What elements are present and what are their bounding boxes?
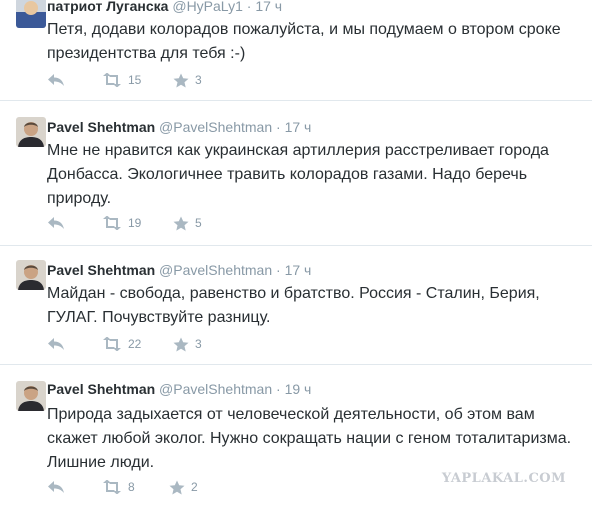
retweet-button[interactable]: 8 xyxy=(102,477,135,497)
retweet-button[interactable]: 19 xyxy=(102,213,141,233)
reply-icon xyxy=(47,73,65,87)
tweet-timestamp[interactable]: 19 ч xyxy=(285,381,312,397)
retweet-icon xyxy=(102,216,122,230)
tweet-timestamp[interactable]: 17 ч xyxy=(255,0,282,14)
tweet-timestamp[interactable]: 17 ч xyxy=(285,262,312,278)
retweet-count: 19 xyxy=(128,216,142,230)
tweet-2[interactable]: Pavel Shehtman @PavelShehtman · 17 ч Мне… xyxy=(0,101,592,246)
retweet-icon xyxy=(102,337,122,351)
tweet-header: Pavel Shehtman @PavelShehtman · 17 ч xyxy=(47,119,311,135)
author-handle[interactable]: @PavelShehtman xyxy=(159,381,272,397)
separator-dot: · xyxy=(276,262,281,278)
reply-button[interactable] xyxy=(47,334,65,354)
retweet-button[interactable]: 15 xyxy=(102,70,141,90)
favorite-button[interactable]: 2 xyxy=(169,477,198,497)
retweet-icon xyxy=(102,480,122,494)
tweet-timeline: патриот Луганска @HyPaLy1 · 17 ч Петя, д… xyxy=(0,0,592,513)
favorite-button[interactable]: 5 xyxy=(173,213,202,233)
retweet-count: 15 xyxy=(128,73,142,87)
reply-icon xyxy=(47,337,65,351)
tweet-4[interactable]: Pavel Shehtman @PavelShehtman · 19 ч При… xyxy=(0,365,592,513)
tweet-text: Мне не нравится как украинская артиллери… xyxy=(47,142,549,207)
reply-icon xyxy=(47,216,65,230)
separator-dot: · xyxy=(276,119,281,135)
favorite-count: 5 xyxy=(195,216,202,230)
avatar[interactable] xyxy=(16,0,46,28)
tweet-text: Петя, додави колорадов пожалуйста, и мы … xyxy=(47,21,561,62)
avatar[interactable] xyxy=(16,117,46,147)
tweet-text: Природа задыхается от человеческой деяте… xyxy=(47,406,572,471)
favorite-count: 3 xyxy=(195,337,202,351)
retweet-count: 8 xyxy=(128,480,135,494)
author-handle[interactable]: @PavelShehtman xyxy=(159,262,272,278)
star-icon xyxy=(169,480,185,495)
tweet-header: Pavel Shehtman @PavelShehtman · 17 ч xyxy=(47,262,311,278)
reply-button[interactable] xyxy=(47,477,65,497)
star-icon xyxy=(173,73,189,88)
favorite-button[interactable]: 3 xyxy=(173,334,202,354)
reply-button[interactable] xyxy=(47,70,65,90)
tweet-3[interactable]: Pavel Shehtman @PavelShehtman · 17 ч Май… xyxy=(0,246,592,365)
star-icon xyxy=(173,337,189,352)
avatar[interactable] xyxy=(16,381,46,411)
favorite-button[interactable]: 3 xyxy=(173,70,202,90)
separator-dot: · xyxy=(276,381,281,397)
favorite-count: 3 xyxy=(195,73,202,87)
tweet-header: патриот Луганска @HyPaLy1 · 17 ч xyxy=(47,0,282,14)
retweet-button[interactable]: 22 xyxy=(102,334,141,354)
reply-icon xyxy=(47,480,65,494)
author-name[interactable]: Pavel Shehtman xyxy=(47,381,155,397)
watermark: YAPLAKAL.COM xyxy=(441,471,566,486)
retweet-icon xyxy=(102,73,122,87)
favorite-count: 2 xyxy=(191,480,198,494)
author-handle[interactable]: @PavelShehtman xyxy=(159,119,272,135)
reply-button[interactable] xyxy=(47,213,65,233)
avatar[interactable] xyxy=(16,260,46,290)
tweet-timestamp[interactable]: 17 ч xyxy=(285,119,312,135)
tweet-text: Майдан - свобода, равенство и братство. … xyxy=(47,285,540,326)
tweet-header: Pavel Shehtman @PavelShehtman · 19 ч xyxy=(47,381,311,397)
author-name[interactable]: Pavel Shehtman xyxy=(47,262,155,278)
star-icon xyxy=(173,216,189,231)
separator-dot: · xyxy=(246,0,252,14)
tweet-1[interactable]: патриот Луганска @HyPaLy1 · 17 ч Петя, д… xyxy=(0,0,592,101)
author-handle[interactable]: @HyPaLy1 xyxy=(172,0,243,14)
retweet-count: 22 xyxy=(128,337,142,351)
author-name[interactable]: Pavel Shehtman xyxy=(47,119,155,135)
author-name[interactable]: патриот Луганска xyxy=(47,0,168,14)
